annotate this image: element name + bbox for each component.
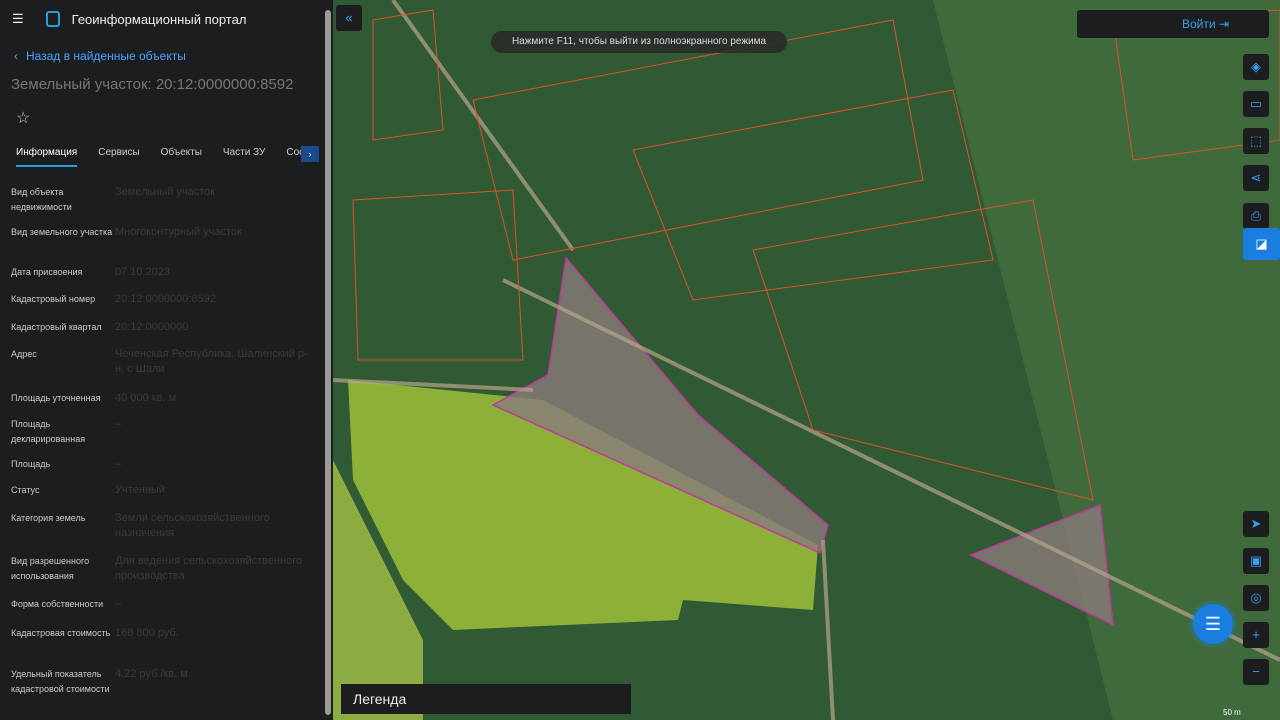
field-label: Вид разрешенного использования bbox=[11, 556, 90, 581]
field-row: Кадастровая стоимость 168 800 руб. bbox=[11, 626, 316, 641]
field-value: Учтенный bbox=[115, 484, 165, 496]
field-row: Кадастровый номер 20:12:0000000:8592 bbox=[11, 292, 316, 307]
login-icon: ⇥ bbox=[1218, 17, 1229, 31]
field-value: 20:12:0000000:8592 bbox=[115, 293, 216, 305]
field-value: Чеченская Республика, Шалинский р-н, с Ш… bbox=[115, 348, 308, 375]
layers-icon[interactable]: ◈ bbox=[1243, 54, 1269, 80]
field-value: 20:12:0000000 bbox=[115, 321, 189, 333]
field-label: Кадастровая стоимость bbox=[11, 628, 111, 638]
field-label: Вид земельного участка bbox=[11, 227, 113, 237]
login-button[interactable]: Войти ⇥ bbox=[1077, 10, 1269, 38]
field-label: Статус bbox=[11, 485, 40, 495]
map-imagery bbox=[333, 0, 1280, 720]
back-link[interactable]: ‹ Назад в найденные объекты bbox=[14, 49, 186, 63]
field-value: – bbox=[115, 598, 122, 610]
field-row: Категория земель Земли сельскохозяйственн… bbox=[11, 511, 316, 541]
chevron-left-icon: ‹ bbox=[14, 49, 18, 63]
field-value: – bbox=[115, 418, 122, 430]
field-label: Площадь уточненная bbox=[11, 393, 101, 403]
zoom-out-button[interactable]: − bbox=[1243, 659, 1269, 685]
field-label: Адрес bbox=[11, 349, 37, 359]
tab-info[interactable]: Информация bbox=[16, 143, 78, 167]
field-label: Дата присвоения bbox=[11, 267, 83, 277]
back-link-label: Назад в найденные объекты bbox=[26, 49, 186, 63]
field-label: Вид объекта недвижимости bbox=[11, 187, 72, 212]
field-row: Площадь – bbox=[11, 457, 316, 472]
minimap-icon[interactable]: ▣ bbox=[1243, 548, 1269, 574]
info-panel: ☰ Геоинформационный портал ‹ Назад в найд… bbox=[0, 0, 333, 720]
field-label: Площадь декларированная bbox=[11, 419, 86, 444]
tabs: Информация Сервисы Объекты Части ЗУ Сост… bbox=[0, 143, 322, 167]
field-value: 07.10.2023 bbox=[115, 266, 171, 278]
tabs-next-button[interactable]: › bbox=[301, 146, 319, 162]
field-value: 4.22 руб./кв. м bbox=[115, 668, 188, 680]
share-icon[interactable]: ⋖ bbox=[1243, 165, 1269, 191]
tab-parts[interactable]: Части ЗУ bbox=[223, 143, 265, 167]
field-label: Кадастровый номер bbox=[11, 294, 96, 304]
field-row: Удельный показатель кадастровой стоимост… bbox=[11, 667, 316, 697]
field-label: Площадь bbox=[11, 459, 51, 469]
tab-objects[interactable]: Объекты bbox=[161, 143, 202, 167]
field-row: Адрес Чеченская Республика, Шалинский р-н… bbox=[11, 347, 316, 377]
field-row: Статус Учтенный bbox=[11, 483, 316, 498]
field-label: Категория земель bbox=[11, 513, 86, 523]
field-value: – bbox=[115, 458, 122, 470]
tab-services[interactable]: Сервисы bbox=[98, 143, 139, 167]
field-value: 40 000 кв. м bbox=[115, 392, 177, 404]
logo-icon bbox=[45, 11, 60, 27]
cadastral-service-icon[interactable]: ◪ bbox=[1243, 228, 1280, 260]
geolocation-icon[interactable]: ➤ bbox=[1243, 511, 1269, 537]
field-label: Кадастровый квартал bbox=[11, 322, 102, 332]
login-label: Войти bbox=[1182, 17, 1216, 31]
header: ☰ Геоинформационный портал bbox=[0, 0, 333, 38]
legend-label: Легенда bbox=[353, 691, 407, 707]
page-title: Земельный участок: 20:12:0000000:8592 bbox=[11, 76, 294, 93]
zoom-in-button[interactable]: + bbox=[1243, 622, 1269, 648]
field-row: Вид разрешенного использования Для ведени… bbox=[11, 554, 316, 584]
location-pin-icon[interactable]: ◎ bbox=[1243, 585, 1269, 611]
field-row: Форма собственности – bbox=[11, 597, 316, 612]
field-row: Кадастровый квартал 20:12:0000000 bbox=[11, 320, 316, 335]
map[interactable]: « Нажмите F11, чтобы выйти из полноэкран… bbox=[333, 0, 1280, 720]
chat-button[interactable]: ☰ bbox=[1193, 604, 1233, 644]
field-row: Площадь уточненная 40 000 кв. м bbox=[11, 391, 316, 406]
field-row: Дата присвоения 07.10.2023 bbox=[11, 265, 316, 280]
collapse-panel-button[interactable]: « bbox=[336, 5, 362, 31]
field-row: Площадь декларированная – bbox=[11, 417, 316, 447]
select-area-icon[interactable]: ⬚ bbox=[1243, 128, 1269, 154]
field-label: Форма собственности bbox=[11, 599, 104, 609]
field-value: Земли сельскохозяйственного назначения bbox=[115, 512, 270, 539]
field-row: Вид земельного участка Многоконтурный уча… bbox=[11, 225, 316, 240]
field-value: Для ведения сельскохозяйственного произв… bbox=[115, 555, 303, 582]
field-label: Удельный показатель кадастровой стоимост… bbox=[11, 669, 110, 694]
fullscreen-hint: Нажмите F11, чтобы выйти из полноэкранно… bbox=[491, 31, 787, 53]
print-icon[interactable]: ⎙ bbox=[1243, 203, 1269, 229]
field-row: Вид объекта недвижимости Земельный участо… bbox=[11, 185, 316, 215]
field-value: Земельный участок bbox=[115, 186, 216, 198]
chat-icon: ☰ bbox=[1204, 614, 1222, 634]
scale-bar: 50 m bbox=[1223, 708, 1241, 717]
legend-toggle[interactable]: Легенда bbox=[341, 684, 631, 714]
ruler-icon[interactable]: ▭ bbox=[1243, 91, 1269, 117]
app-title: Геоинформационный портал bbox=[71, 11, 247, 27]
star-icon[interactable]: ☆ bbox=[16, 108, 30, 128]
field-value: Многоконтурный участок bbox=[115, 226, 242, 238]
menu-icon[interactable]: ☰ bbox=[12, 11, 24, 27]
field-value: 168 800 руб. bbox=[115, 627, 179, 639]
scrollbar[interactable] bbox=[325, 10, 331, 715]
